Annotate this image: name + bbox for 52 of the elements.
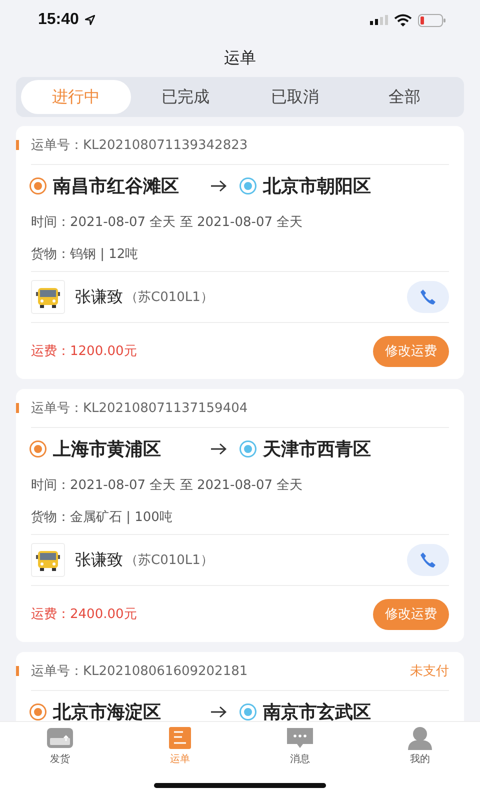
- accent-bar: [16, 140, 19, 150]
- order-number: 运单号：KL202108061609202181: [31, 663, 248, 680]
- wifi-icon: [394, 14, 412, 26]
- order-number: 运单号：KL202108071139342823: [31, 137, 248, 154]
- page-title: 运单: [223, 47, 257, 69]
- freight-fee: 运费：2400.00元: [31, 606, 137, 623]
- battery-icon: [418, 14, 446, 26]
- freight-fee: 运费：1200.00元: [31, 343, 137, 360]
- origin-city: 北京市海淀区: [53, 701, 162, 721]
- arrow-icon: [211, 443, 227, 455]
- nav-tab[interactable]: 我的: [360, 722, 480, 770]
- time-range: 时间：2021-08-07 全天 至 2021-08-07 全天: [31, 477, 304, 495]
- cargo-info: 货物：金属矿石 | 100吨: [31, 509, 174, 527]
- origin-city: 南昌市红谷滩区: [53, 175, 180, 198]
- arrow-icon: [211, 180, 227, 192]
- destination-city: 北京市朝阳区: [263, 175, 371, 198]
- destination-city: 南京市玄武区: [263, 701, 371, 721]
- status-tab[interactable]: 全部: [350, 80, 459, 114]
- chat-bubble-icon: [286, 726, 314, 750]
- driver-name: 张谦致: [75, 550, 123, 570]
- phone-icon: [419, 288, 437, 306]
- time-range: 时间：2021-08-07 全天 至 2021-08-07 全天: [31, 214, 304, 232]
- cargo-info: 货物：钨钢 | 12吨: [31, 246, 140, 264]
- truck-icon: [31, 280, 65, 314]
- status-tab[interactable]: 已取消: [240, 80, 350, 114]
- origin-dot-icon: [31, 179, 45, 193]
- truck-box-icon: [46, 726, 74, 750]
- arrow-icon: [211, 706, 227, 718]
- destination-city: 天津市西青区: [263, 438, 371, 461]
- status-time: 15:40: [38, 11, 79, 29]
- driver-name: 张谦致: [75, 286, 123, 308]
- nav-tab[interactable]: 发货: [0, 722, 120, 770]
- phone-icon: [419, 551, 437, 569]
- accent-bar: [16, 403, 19, 413]
- call-button[interactable]: [407, 544, 449, 576]
- license-plate: （苏C010L1）: [125, 289, 214, 306]
- truck-icon: [31, 543, 65, 577]
- list-icon: [168, 726, 192, 750]
- person-icon: [407, 726, 433, 750]
- payment-status: 未支付: [410, 663, 449, 680]
- destination-dot-icon: [241, 179, 255, 193]
- accent-bar: [16, 666, 19, 676]
- order-number: 运单号：KL202108071137159404: [31, 400, 248, 417]
- origin-city: 上海市黄浦区: [53, 438, 162, 461]
- destination-dot-icon: [241, 442, 255, 456]
- location-arrow-icon: [84, 15, 95, 25]
- license-plate: （苏C010L1）: [125, 552, 214, 569]
- origin-dot-icon: [31, 442, 45, 456]
- nav-tab[interactable]: 消息: [240, 722, 360, 770]
- signal-icon: [370, 14, 388, 26]
- call-button[interactable]: [407, 281, 449, 313]
- status-tab[interactable]: 已完成: [130, 80, 240, 114]
